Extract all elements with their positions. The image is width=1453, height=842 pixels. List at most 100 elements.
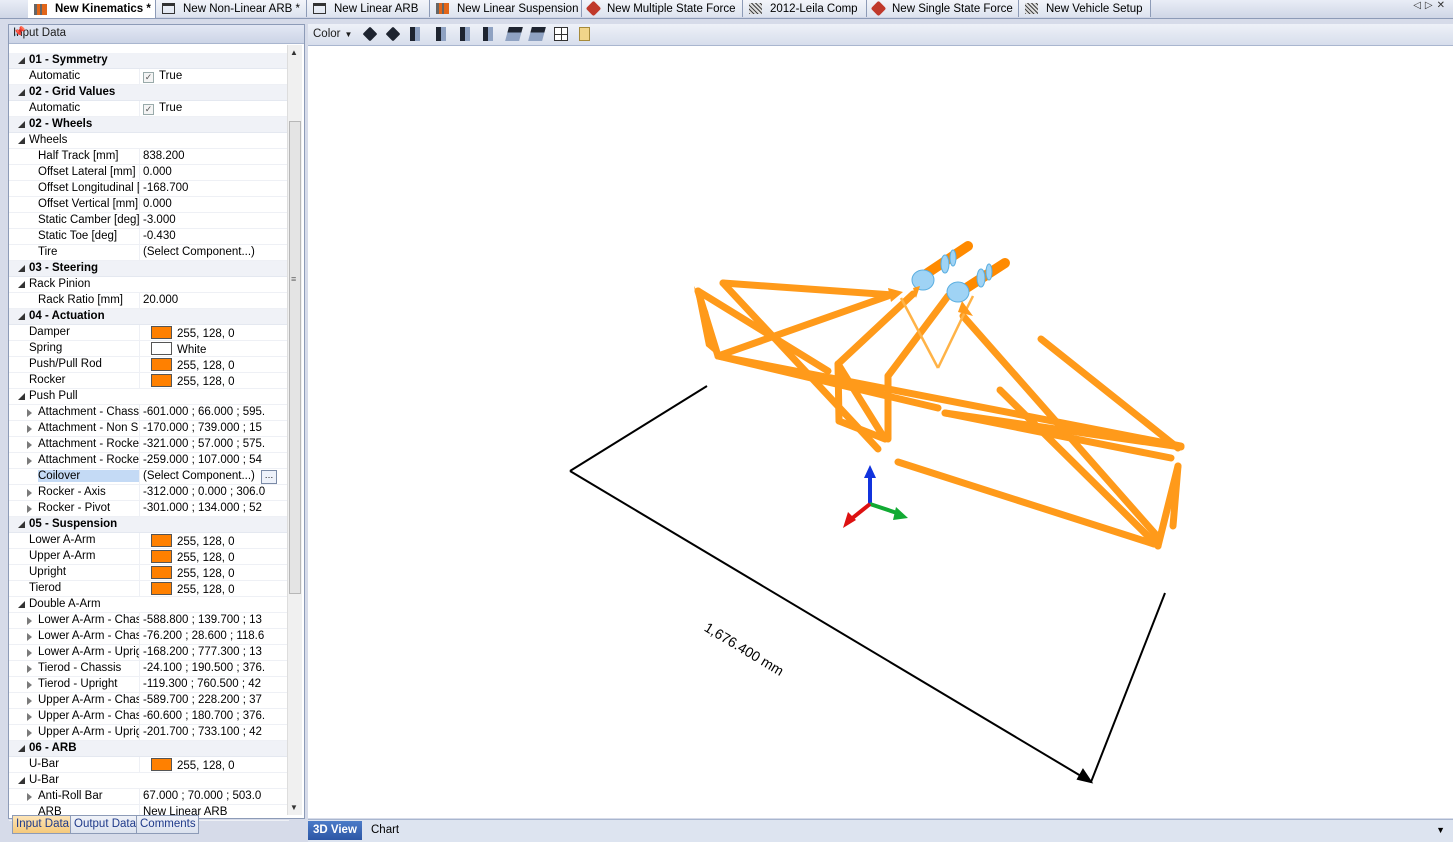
collapse-icon[interactable] — [18, 745, 25, 752]
property-row[interactable]: Tierod - Upright -119.300 ; 760.500 ; 42 — [9, 677, 289, 693]
group-row[interactable]: Double A-Arm — [9, 597, 289, 613]
tab-output-data[interactable]: Output Data — [70, 815, 138, 834]
property-value[interactable]: 255, 128, 0 — [143, 582, 289, 596]
property-row[interactable]: Upper A-Arm - Chas -589.700 ; 228.200 ; 3… — [9, 693, 289, 709]
category-row[interactable]: 02 - Wheels — [9, 117, 289, 133]
collapse-icon[interactable] — [18, 137, 25, 144]
property-value[interactable]: -589.700 ; 228.200 ; 37 — [143, 694, 289, 706]
property-row[interactable]: Automatic ✓ True — [9, 101, 289, 117]
tab-new-vehicle-setup[interactable]: New Vehicle Setup — [1019, 0, 1151, 17]
rear-view-icon[interactable] — [460, 27, 470, 41]
property-row[interactable]: Upper A-Arm 255, 128, 0 — [9, 549, 289, 565]
property-value[interactable]: 255, 128, 0 — [143, 534, 289, 548]
checkbox-icon[interactable]: ✓ — [143, 72, 154, 83]
tab-new-linear-suspension[interactable]: New Linear Suspension — [430, 0, 582, 17]
collapse-icon[interactable] — [18, 777, 25, 784]
expand-icon[interactable] — [27, 409, 32, 417]
property-row[interactable]: U-Bar 255, 128, 0 — [9, 757, 289, 773]
property-value[interactable]: ✓ True — [143, 70, 289, 83]
left-view-icon[interactable] — [483, 27, 493, 41]
property-row[interactable]: Offset Vertical [mm] 0.000 — [9, 197, 289, 213]
collapse-icon[interactable] — [18, 57, 25, 64]
property-value[interactable]: -321.000 ; 57.000 ; 575. — [143, 438, 289, 450]
property-grid-scrollbar[interactable]: ▲ ≡ ▼ — [287, 45, 302, 815]
property-value[interactable]: -168.700 — [143, 182, 289, 194]
property-value[interactable]: 255, 128, 0 — [143, 566, 289, 580]
property-row[interactable]: Lower A-Arm 255, 128, 0 — [9, 533, 289, 549]
fit-to-view-icon[interactable] — [554, 27, 568, 41]
tab-new-single-state-force[interactable]: New Single State Force — [867, 0, 1019, 17]
category-row[interactable]: 06 - ARB — [9, 741, 289, 757]
category-row[interactable]: 01 - Symmetry — [9, 53, 289, 69]
chevron-down-icon[interactable]: ▼ — [1436, 825, 1445, 835]
property-row[interactable]: Rack Ratio [mm] 20.000 — [9, 293, 289, 309]
property-row[interactable]: Coilover (Select Component...)… — [9, 469, 289, 485]
property-row[interactable]: Attachment - Non S -170.000 ; 739.000 ; 1… — [9, 421, 289, 437]
collapse-icon[interactable] — [18, 601, 25, 608]
property-value[interactable]: 255, 128, 0 — [143, 758, 289, 772]
scroll-thumb[interactable] — [289, 121, 301, 594]
property-row[interactable]: Half Track [mm] 838.200 — [9, 149, 289, 165]
tab-3d-view[interactable]: 3D View — [308, 821, 362, 840]
property-row[interactable]: Lower A-Arm - Chas -76.200 ; 28.600 ; 118… — [9, 629, 289, 645]
iso-view-2-icon[interactable] — [385, 26, 401, 42]
collapse-icon[interactable] — [18, 393, 25, 400]
tab-new-multiple-state-force[interactable]: New Multiple State Force — [582, 0, 743, 17]
expand-icon[interactable] — [27, 649, 32, 657]
property-row[interactable]: Static Camber [deg] -3.000 — [9, 213, 289, 229]
property-value[interactable]: (Select Component...) — [143, 246, 289, 258]
tab-new-linear-arb[interactable]: New Linear ARB — [307, 0, 430, 17]
property-value[interactable]: -168.200 ; 777.300 ; 13 — [143, 646, 289, 658]
group-row[interactable]: Push Pull — [9, 389, 289, 405]
property-row[interactable]: Push/Pull Rod 255, 128, 0 — [9, 357, 289, 373]
property-value[interactable]: 838.200 — [143, 150, 289, 162]
expand-icon[interactable] — [27, 713, 32, 721]
property-row[interactable]: Offset Lateral [mm] 0.000 — [9, 165, 289, 181]
property-value[interactable]: White — [143, 342, 289, 356]
group-row[interactable]: U-Bar — [9, 773, 289, 789]
expand-icon[interactable] — [27, 457, 32, 465]
front-view-icon[interactable] — [436, 27, 446, 41]
collapse-icon[interactable] — [18, 265, 25, 272]
side-view-icon[interactable] — [410, 27, 420, 41]
expand-icon[interactable] — [27, 489, 32, 497]
expand-icon[interactable] — [27, 681, 32, 689]
property-value[interactable]: 67.000 ; 70.000 ; 503.0 — [143, 790, 289, 802]
browse-button[interactable]: … — [261, 470, 277, 484]
tab-2012-leila-comp[interactable]: 2012-Leila Comp — [743, 0, 867, 17]
scroll-up-arrow[interactable]: ▲ — [290, 48, 298, 57]
tab-new-non-linear-arb[interactable]: New Non-Linear ARB * — [156, 0, 307, 17]
property-row[interactable]: Damper 255, 128, 0 — [9, 325, 289, 341]
property-row[interactable]: Rocker - Pivot -301.000 ; 134.000 ; 52 — [9, 501, 289, 517]
property-value[interactable]: -259.000 ; 107.000 ; 54 — [143, 454, 289, 466]
collapse-icon[interactable] — [18, 89, 25, 96]
property-value[interactable]: -60.600 ; 180.700 ; 376. — [143, 710, 289, 722]
property-row[interactable]: Attachment - Chassi -601.000 ; 66.000 ; 5… — [9, 405, 289, 421]
expand-icon[interactable] — [27, 441, 32, 449]
property-value[interactable]: -24.100 ; 190.500 ; 376. — [143, 662, 289, 674]
property-row[interactable]: Tire (Select Component...) — [9, 245, 289, 261]
expand-icon[interactable] — [27, 793, 32, 801]
property-row[interactable]: Tierod - Chassis -24.100 ; 190.500 ; 376. — [9, 661, 289, 677]
iso-view-icon[interactable] — [362, 26, 378, 42]
property-value[interactable]: -119.300 ; 760.500 ; 42 — [143, 678, 289, 690]
property-value[interactable]: -588.800 ; 139.700 ; 13 — [143, 614, 289, 626]
property-row[interactable]: Spring White — [9, 341, 289, 357]
tab-chart[interactable]: Chart — [366, 821, 404, 840]
property-value[interactable]: 255, 128, 0 — [143, 326, 289, 340]
expand-icon[interactable] — [27, 505, 32, 513]
3d-viewport[interactable]: 1,676.400 mm — [308, 46, 1453, 818]
expand-icon[interactable] — [27, 425, 32, 433]
expand-icon[interactable] — [27, 697, 32, 705]
collapse-icon[interactable] — [18, 121, 25, 128]
property-value[interactable]: 255, 128, 0 — [143, 374, 289, 388]
property-value[interactable]: -201.700 ; 733.100 ; 42 — [143, 726, 289, 738]
pin-icon[interactable]: 📌 — [13, 27, 299, 38]
category-row[interactable]: 04 - Actuation — [9, 309, 289, 325]
property-value[interactable]: 0.000 — [143, 198, 289, 210]
bottom-view-icon[interactable] — [528, 27, 546, 41]
property-row[interactable]: Rocker 255, 128, 0 — [9, 373, 289, 389]
category-row[interactable]: 05 - Suspension — [9, 517, 289, 533]
property-row[interactable]: Upper A-Arm - Chas -60.600 ; 180.700 ; 37… — [9, 709, 289, 725]
property-value[interactable]: -76.200 ; 28.600 ; 118.6 — [143, 630, 289, 642]
